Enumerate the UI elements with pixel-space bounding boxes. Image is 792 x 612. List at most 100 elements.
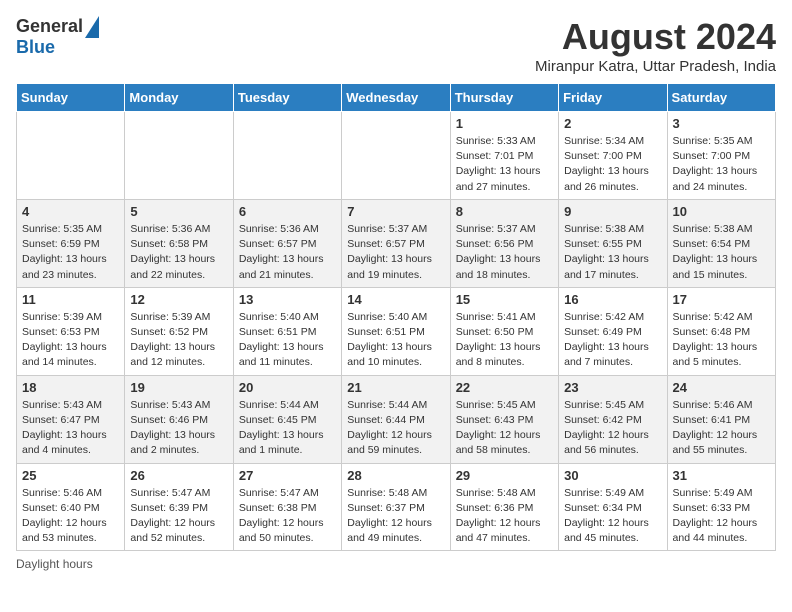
location-subtitle: Miranpur Katra, Uttar Pradesh, India [535, 58, 776, 75]
day-info: Sunrise: 5:42 AMSunset: 6:48 PMDaylight:… [673, 310, 770, 371]
day-number: 31 [673, 468, 770, 483]
calendar-cell: 24Sunrise: 5:46 AMSunset: 6:41 PMDayligh… [667, 375, 775, 463]
calendar-week-row: 18Sunrise: 5:43 AMSunset: 6:47 PMDayligh… [17, 375, 776, 463]
day-number: 5 [130, 204, 227, 219]
day-number: 3 [673, 116, 770, 131]
day-number: 11 [22, 292, 119, 307]
day-info: Sunrise: 5:43 AMSunset: 6:47 PMDaylight:… [22, 398, 119, 459]
day-number: 23 [564, 380, 661, 395]
day-info: Sunrise: 5:44 AMSunset: 6:44 PMDaylight:… [347, 398, 444, 459]
calendar-cell: 26 Sunrise: 5:47 AMSunset: 6:39 PMDayligh… [125, 463, 233, 551]
calendar-cell: 22 Sunrise: 5:45 AMSunset: 6:43 PMDayligh… [450, 375, 558, 463]
calendar-cell: 8Sunrise: 5:37 AMSunset: 6:56 PMDaylight… [450, 199, 558, 287]
day-info: Sunrise: 5:41 AMSunset: 6:50 PMDaylight:… [456, 310, 553, 371]
day-info: Sunrise: 5:40 AMSunset: 6:51 PMDaylight:… [239, 310, 336, 371]
day-number: 21 [347, 380, 444, 395]
day-info: Sunrise: 5:35 AMSunset: 6:59 PMDaylight:… [22, 222, 119, 283]
day-number: 30 [564, 468, 661, 483]
calendar-cell [233, 112, 341, 200]
logo: General Blue [16, 16, 99, 58]
day-number: 8 [456, 204, 553, 219]
day-number: 22 [456, 380, 553, 395]
calendar-cell: 7 Sunrise: 5:37 AMSunset: 6:57 PMDaylight… [342, 199, 450, 287]
day-number: 26 [130, 468, 227, 483]
day-info: Sunrise: 5:35 AMSunset: 7:00 PMDaylight:… [673, 134, 770, 195]
day-info: Sunrise: 5:47 AMSunset: 6:38 PMDaylight:… [239, 486, 336, 547]
day-number: 17 [673, 292, 770, 307]
calendar-cell: 18Sunrise: 5:43 AMSunset: 6:47 PMDayligh… [17, 375, 125, 463]
calendar-cell: 30 Sunrise: 5:49 AMSunset: 6:34 PMDayligh… [559, 463, 667, 551]
day-info: Sunrise: 5:36 AMSunset: 6:57 PMDaylight:… [239, 222, 336, 283]
calendar-cell: 2 Sunrise: 5:34 AMSunset: 7:00 PMDaylight… [559, 112, 667, 200]
calendar-cell [125, 112, 233, 200]
logo-blue: Blue [16, 38, 55, 58]
day-info: Sunrise: 5:40 AMSunset: 6:51 PMDaylight:… [347, 310, 444, 371]
day-info: Sunrise: 5:43 AMSunset: 6:46 PMDaylight:… [130, 398, 227, 459]
weekday-header-sunday: Sunday [17, 84, 125, 112]
day-info: Sunrise: 5:48 AMSunset: 6:36 PMDaylight:… [456, 486, 553, 547]
day-info: Sunrise: 5:39 AMSunset: 6:52 PMDaylight:… [130, 310, 227, 371]
day-number: 15 [456, 292, 553, 307]
day-number: 4 [22, 204, 119, 219]
day-info: Sunrise: 5:37 AMSunset: 6:57 PMDaylight:… [347, 222, 444, 283]
calendar-cell: 5Sunrise: 5:36 AMSunset: 6:58 PMDaylight… [125, 199, 233, 287]
day-info: Sunrise: 5:46 AMSunset: 6:40 PMDaylight:… [22, 486, 119, 547]
weekday-header-wednesday: Wednesday [342, 84, 450, 112]
title-section: August 2024 Miranpur Katra, Uttar Prades… [535, 16, 776, 75]
calendar-cell: 6Sunrise: 5:36 AMSunset: 6:57 PMDaylight… [233, 199, 341, 287]
day-number: 7 [347, 204, 444, 219]
calendar-cell: 10 Sunrise: 5:38 AMSunset: 6:54 PMDayligh… [667, 199, 775, 287]
calendar-cell: 14 Sunrise: 5:40 AMSunset: 6:51 PMDayligh… [342, 287, 450, 375]
day-info: Sunrise: 5:39 AMSunset: 6:53 PMDaylight:… [22, 310, 119, 371]
day-info: Sunrise: 5:44 AMSunset: 6:45 PMDaylight:… [239, 398, 336, 459]
calendar-cell: 17 Sunrise: 5:42 AMSunset: 6:48 PMDayligh… [667, 287, 775, 375]
calendar-cell: 25 Sunrise: 5:46 AMSunset: 6:40 PMDayligh… [17, 463, 125, 551]
day-number: 29 [456, 468, 553, 483]
calendar-cell: 12 Sunrise: 5:39 AMSunset: 6:52 PMDayligh… [125, 287, 233, 375]
calendar-cell: 21 Sunrise: 5:44 AMSunset: 6:44 PMDayligh… [342, 375, 450, 463]
day-number: 13 [239, 292, 336, 307]
day-number: 14 [347, 292, 444, 307]
calendar-cell: 15 Sunrise: 5:41 AMSunset: 6:50 PMDayligh… [450, 287, 558, 375]
day-info: Sunrise: 5:45 AMSunset: 6:42 PMDaylight:… [564, 398, 661, 459]
calendar-cell [342, 112, 450, 200]
calendar-cell: 29 Sunrise: 5:48 AMSunset: 6:36 PMDayligh… [450, 463, 558, 551]
calendar-cell: 11 Sunrise: 5:39 AMSunset: 6:53 PMDayligh… [17, 287, 125, 375]
calendar-table: SundayMondayTuesdayWednesdayThursdayFrid… [16, 83, 776, 551]
footer-note: Daylight hours [16, 557, 776, 571]
calendar-week-row: 25 Sunrise: 5:46 AMSunset: 6:40 PMDayligh… [17, 463, 776, 551]
day-info: Sunrise: 5:49 AMSunset: 6:34 PMDaylight:… [564, 486, 661, 547]
day-number: 9 [564, 204, 661, 219]
day-number: 25 [22, 468, 119, 483]
calendar-cell: 13 Sunrise: 5:40 AMSunset: 6:51 PMDayligh… [233, 287, 341, 375]
day-info: Sunrise: 5:48 AMSunset: 6:37 PMDaylight:… [347, 486, 444, 547]
calendar-cell: 4 Sunrise: 5:35 AMSunset: 6:59 PMDaylight… [17, 199, 125, 287]
day-number: 12 [130, 292, 227, 307]
calendar-cell: 3 Sunrise: 5:35 AMSunset: 7:00 PMDaylight… [667, 112, 775, 200]
day-number: 10 [673, 204, 770, 219]
day-info: Sunrise: 5:49 AMSunset: 6:33 PMDaylight:… [673, 486, 770, 547]
calendar-cell: 9 Sunrise: 5:38 AMSunset: 6:55 PMDaylight… [559, 199, 667, 287]
day-info: Sunrise: 5:42 AMSunset: 6:49 PMDaylight:… [564, 310, 661, 371]
calendar-cell [17, 112, 125, 200]
day-number: 27 [239, 468, 336, 483]
calendar-cell: 31 Sunrise: 5:49 AMSunset: 6:33 PMDayligh… [667, 463, 775, 551]
calendar-cell: 23 Sunrise: 5:45 AMSunset: 6:42 PMDayligh… [559, 375, 667, 463]
day-info: Sunrise: 5:47 AMSunset: 6:39 PMDaylight:… [130, 486, 227, 547]
weekday-header-friday: Friday [559, 84, 667, 112]
calendar-cell: 16Sunrise: 5:42 AMSunset: 6:49 PMDayligh… [559, 287, 667, 375]
day-info: Sunrise: 5:38 AMSunset: 6:55 PMDaylight:… [564, 222, 661, 283]
calendar-cell: 19 Sunrise: 5:43 AMSunset: 6:46 PMDayligh… [125, 375, 233, 463]
day-number: 19 [130, 380, 227, 395]
day-number: 20 [239, 380, 336, 395]
calendar-cell: 28Sunrise: 5:48 AMSunset: 6:37 PMDayligh… [342, 463, 450, 551]
calendar-week-row: 11 Sunrise: 5:39 AMSunset: 6:53 PMDayligh… [17, 287, 776, 375]
day-info: Sunrise: 5:34 AMSunset: 7:00 PMDaylight:… [564, 134, 661, 195]
calendar-cell: 20 Sunrise: 5:44 AMSunset: 6:45 PMDayligh… [233, 375, 341, 463]
logo-triangle-icon [85, 16, 99, 38]
weekday-header-thursday: Thursday [450, 84, 558, 112]
day-info: Sunrise: 5:38 AMSunset: 6:54 PMDaylight:… [673, 222, 770, 283]
day-info: Sunrise: 5:45 AMSunset: 6:43 PMDaylight:… [456, 398, 553, 459]
day-number: 2 [564, 116, 661, 131]
weekday-header-monday: Monday [125, 84, 233, 112]
